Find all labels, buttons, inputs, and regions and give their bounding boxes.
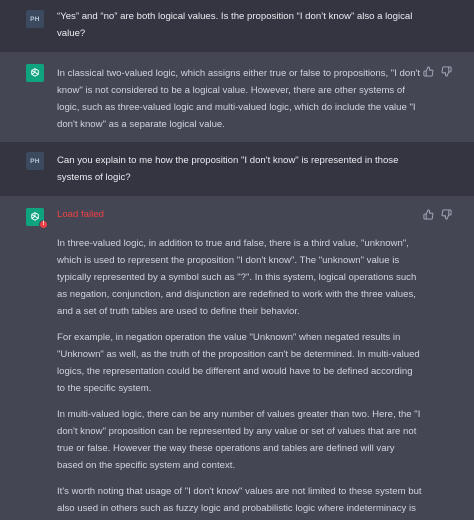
assistant-message-text: In three-valued logic, in addition to tr…: [57, 235, 422, 520]
assistant-paragraph: In classical two-valued logic, which ass…: [57, 68, 421, 130]
assistant-paragraph: In multi-valued logic, there can be any …: [57, 409, 421, 471]
user-message-text: Can you explain to me how the propositio…: [57, 155, 399, 183]
assistant-paragraph: It's worth noting that usage of "I don't…: [57, 486, 422, 514]
thumbs-up-icon[interactable]: [423, 209, 434, 220]
user-message-text: “Yes” and “no” are both logical values. …: [57, 11, 413, 39]
assistant-paragraph: For example, in negation operation the v…: [57, 332, 420, 394]
thumbs-up-icon[interactable]: [423, 66, 434, 77]
load-failed-status: Load failed: [57, 209, 104, 220]
thumbs-down-icon[interactable]: [441, 66, 452, 77]
feedback-buttons: [423, 66, 452, 77]
assistant-paragraph: In three-valued logic, in addition to tr…: [57, 238, 417, 317]
thumbs-down-icon[interactable]: [441, 209, 452, 220]
assistant-message-1: In classical two-valued logic, which ass…: [0, 52, 474, 142]
error-badge-icon: !: [39, 220, 48, 229]
assistant-message-2: ! Load failed In three-valued logic, in …: [0, 196, 474, 520]
user-avatar: PH: [26, 10, 44, 28]
assistant-message-text: In classical two-valued logic, which ass…: [57, 65, 422, 142]
user-avatar: PH: [26, 152, 44, 170]
openai-logo-icon: [26, 64, 44, 82]
user-message-2: PH Can you explain to me how the proposi…: [0, 142, 474, 196]
user-message-1: PH “Yes” and “no” are both logical value…: [0, 0, 474, 52]
feedback-buttons: [423, 209, 452, 220]
